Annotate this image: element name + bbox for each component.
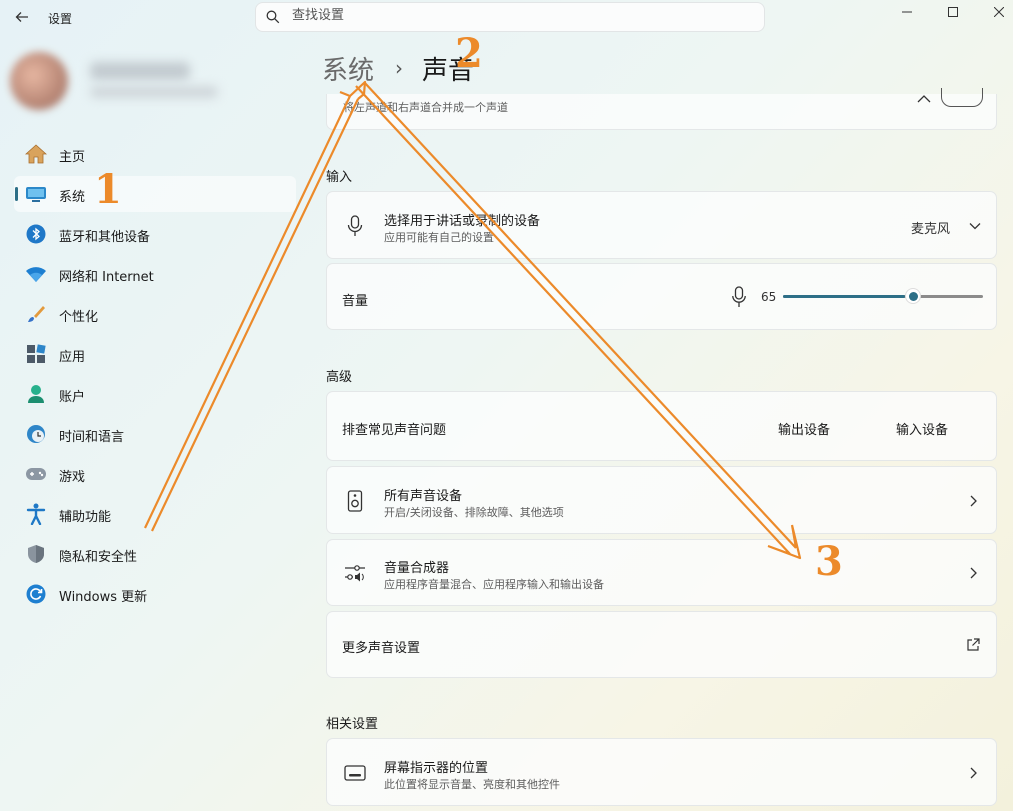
sidebar-item-apps[interactable]: 应用 — [14, 336, 296, 372]
section-related-title: 相关设置 — [326, 717, 379, 732]
sidebar-item-label: 时间和语言 — [59, 430, 125, 445]
more-sound-settings-card[interactable]: 更多声音设置 — [326, 611, 997, 678]
gamepad-icon — [25, 463, 47, 485]
sidebar-item-label: 辅助功能 — [59, 510, 112, 525]
minimize-button[interactable] — [884, 0, 930, 24]
sidebar-item-label: 隐私和安全性 — [59, 550, 138, 565]
sidebar-item-accounts[interactable]: 账户 — [14, 376, 296, 412]
search-icon — [266, 10, 280, 24]
sidebar-item-personalization[interactable]: 个性化 — [14, 296, 296, 332]
all-sound-devices-title: 所有声音设备 — [384, 489, 463, 504]
sidebar-item-time-language[interactable]: 时间和语言 — [14, 416, 296, 452]
minimize-icon — [902, 11, 912, 13]
profile-name-redacted — [90, 62, 190, 80]
accessibility-icon — [25, 503, 47, 525]
breadcrumb-parent[interactable]: 系统 — [322, 50, 374, 87]
input-volume-slider[interactable] — [783, 288, 983, 304]
input-device-select[interactable]: 麦克风 — [911, 218, 950, 237]
breadcrumb-separator: › — [395, 56, 403, 80]
mixer-icon — [343, 561, 367, 585]
wifi-icon — [25, 263, 47, 285]
microphone-icon — [343, 214, 367, 238]
sidebar-item-gaming[interactable]: 游戏 — [14, 456, 296, 492]
annotation-number-3: 3 — [815, 538, 843, 585]
troubleshoot-input-button[interactable]: 输入设备 — [896, 419, 948, 438]
sidebar-item-windows-update[interactable]: Windows 更新 — [14, 576, 296, 612]
screen-indicator-title: 屏幕指示器的位置 — [384, 761, 489, 776]
volume-mixer-subtitle: 应用程序音量混合、应用程序输入和输出设备 — [384, 578, 604, 591]
search-box[interactable] — [255, 2, 765, 32]
system-icon — [25, 183, 47, 205]
all-sound-devices-subtitle: 开启/关闭设备、排除故障、其他选项 — [384, 506, 564, 519]
sidebar-item-home[interactable]: 主页 — [14, 136, 296, 172]
sidebar-item-accessibility[interactable]: 辅助功能 — [14, 496, 296, 532]
chevron-right-icon — [970, 495, 977, 507]
chevron-down-icon[interactable] — [969, 222, 981, 230]
troubleshoot-output-button[interactable]: 输出设备 — [778, 419, 830, 438]
sidebar-item-bluetooth[interactable]: 蓝牙和其他设备 — [14, 216, 296, 252]
input-device-subtitle: 应用可能有自己的设置 — [384, 231, 494, 244]
active-indicator — [15, 187, 18, 201]
mono-audio-subtitle: 将左声道和右声道合并成一个声道 — [343, 101, 508, 114]
screen-indicator-card[interactable]: 屏幕指示器的位置 此位置将显示音量、亮度和其他控件 — [326, 738, 997, 806]
avatar[interactable] — [10, 52, 68, 110]
sidebar-item-network[interactable]: 网络和 Internet — [14, 256, 296, 292]
maximize-button[interactable] — [930, 0, 976, 24]
mono-audio-card: 将左声道和右声道合并成一个声道 — [326, 88, 997, 130]
speaker-icon — [343, 489, 367, 513]
volume-mixer-card[interactable]: 音量合成器 应用程序音量混合、应用程序输入和输出设备 — [326, 539, 997, 606]
clock-globe-icon — [25, 423, 47, 445]
home-icon — [25, 143, 47, 165]
back-arrow-icon — [15, 12, 28, 22]
input-device-card[interactable]: 选择用于讲话或录制的设备 应用可能有自己的设置 麦克风 — [326, 191, 997, 259]
close-icon — [994, 7, 1004, 17]
sidebar-item-label: 个性化 — [59, 310, 99, 325]
brush-icon — [25, 303, 47, 325]
input-volume-card: 音量 65 — [326, 263, 997, 330]
sidebar-item-label: 主页 — [59, 150, 86, 165]
annotation-number-1: 1 — [94, 166, 122, 213]
screen-indicator-subtitle: 此位置将显示音量、亮度和其他控件 — [384, 778, 560, 791]
app-title: 设置 — [48, 12, 73, 26]
troubleshoot-card: 排查常见声音问题 输出设备 输入设备 — [326, 391, 997, 461]
input-volume-value: 65 — [761, 290, 777, 304]
sidebar-item-label: 应用 — [59, 350, 86, 365]
shield-icon — [25, 543, 47, 565]
troubleshoot-label: 排查常见声音问题 — [342, 423, 447, 438]
slider-fill — [783, 295, 905, 298]
sidebar-item-label: 网络和 Internet — [59, 270, 154, 285]
microphone-icon — [732, 286, 746, 307]
back-button[interactable] — [8, 4, 36, 30]
sidebar-item-label: 蓝牙和其他设备 — [59, 230, 151, 245]
profile-email-redacted — [90, 86, 218, 98]
sidebar-item-label: Windows 更新 — [59, 590, 148, 605]
section-advanced-title: 高级 — [326, 370, 353, 385]
bluetooth-icon — [25, 223, 47, 245]
chevron-right-icon — [970, 767, 977, 779]
search-input[interactable] — [290, 7, 744, 24]
annotation-number-2: 2 — [455, 30, 483, 77]
update-icon — [25, 583, 47, 605]
sidebar-item-label: 账户 — [59, 390, 86, 405]
input-volume-label: 音量 — [342, 294, 369, 309]
input-device-title: 选择用于讲话或录制的设备 — [384, 214, 541, 229]
external-link-icon — [967, 638, 980, 651]
mono-audio-toggle[interactable] — [941, 88, 983, 107]
close-button[interactable] — [976, 0, 1013, 24]
more-sound-settings-label: 更多声音设置 — [342, 641, 421, 656]
volume-mixer-title: 音量合成器 — [384, 561, 450, 576]
apps-icon — [25, 343, 47, 365]
sidebar-item-system[interactable]: 系统 — [14, 176, 296, 212]
account-icon — [25, 383, 47, 405]
all-sound-devices-card[interactable]: 所有声音设备 开启/关闭设备、排除故障、其他选项 — [326, 466, 997, 534]
section-input-title: 输入 — [326, 170, 353, 185]
chevron-up-icon[interactable] — [917, 94, 931, 104]
slider-thumb[interactable] — [905, 288, 921, 304]
chevron-right-icon — [970, 567, 977, 579]
sidebar-item-label: 系统 — [59, 190, 86, 205]
sidebar-item-label: 游戏 — [59, 470, 86, 485]
maximize-icon — [948, 7, 958, 17]
display-indicator-icon — [343, 761, 367, 785]
sidebar-item-privacy[interactable]: 隐私和安全性 — [14, 536, 296, 572]
